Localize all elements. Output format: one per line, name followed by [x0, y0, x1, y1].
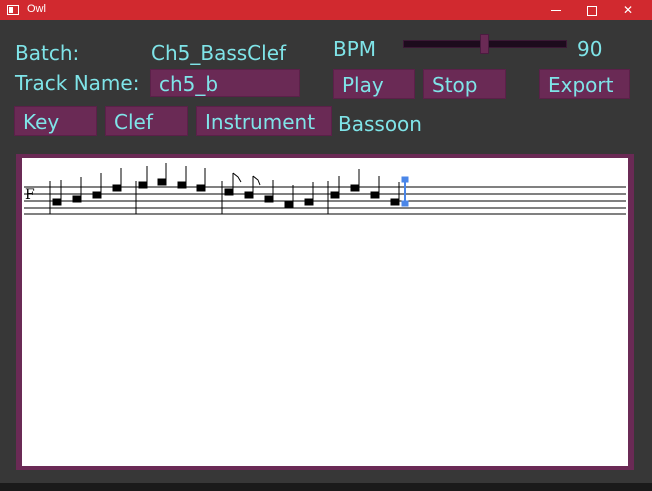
note-flag [252, 175, 261, 186]
note [138, 181, 148, 189]
status-strip [0, 483, 652, 491]
note [264, 195, 274, 203]
title-bar: Owl ✕ [0, 0, 652, 20]
bpm-slider-handle[interactable] [480, 34, 489, 54]
note [112, 184, 122, 192]
barlines [49, 181, 329, 214]
note [244, 191, 254, 199]
note-flag [232, 172, 242, 183]
note [390, 198, 400, 206]
minimize-icon [551, 10, 561, 11]
note [52, 198, 62, 206]
note [92, 191, 102, 199]
minimize-button[interactable] [538, 0, 574, 20]
key-button[interactable]: Key [14, 106, 97, 136]
maximize-button[interactable] [574, 0, 610, 20]
bpm-label: BPM [333, 37, 377, 61]
export-button[interactable]: Export [539, 69, 630, 99]
note [330, 191, 340, 199]
note [304, 198, 314, 206]
note [196, 184, 206, 192]
instrument-button[interactable]: Instrument [196, 106, 332, 136]
note [177, 181, 187, 189]
batch-label: Batch: [15, 41, 80, 65]
score-canvas[interactable]: F [22, 158, 628, 466]
play-button[interactable]: Play [333, 69, 415, 99]
note [370, 191, 380, 199]
track-name-label: Track Name: [15, 71, 140, 95]
note [157, 178, 167, 186]
score-svg: F [24, 163, 626, 215]
instrument-value: Bassoon [338, 112, 422, 136]
window-title: Owl [27, 3, 46, 15]
clef-symbol: F [25, 187, 35, 203]
close-icon: ✕ [622, 3, 634, 17]
bpm-value: 90 [577, 37, 603, 61]
note [224, 188, 234, 196]
insertion-cursor[interactable] [401, 176, 409, 207]
track-name-input[interactable]: ch5_b [150, 69, 300, 97]
note [350, 184, 360, 192]
app-icon [7, 5, 19, 15]
batch-value: Ch5_BassClef [151, 41, 287, 65]
close-button[interactable]: ✕ [610, 0, 646, 20]
maximize-icon [587, 5, 597, 16]
note [284, 201, 294, 209]
stop-button[interactable]: Stop [423, 69, 506, 99]
clef-button[interactable]: Clef [105, 106, 188, 136]
note [72, 195, 82, 203]
main-content: Batch: Ch5_BassClef BPM 90 Track Name: c… [0, 20, 652, 483]
